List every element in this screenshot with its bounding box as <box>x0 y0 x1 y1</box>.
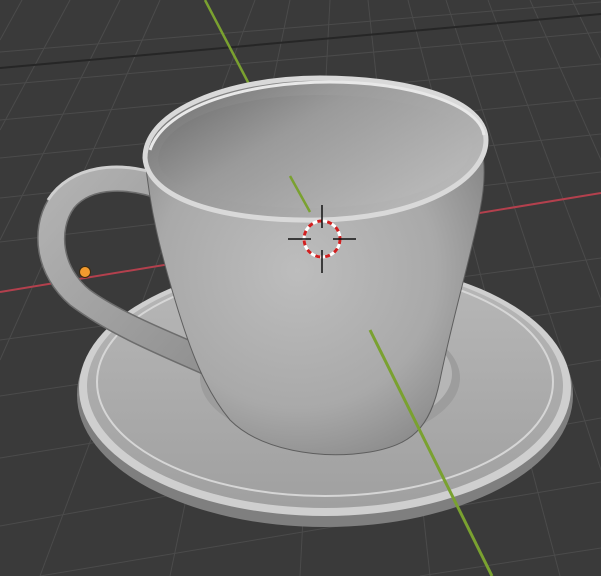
3d-viewport[interactable] <box>0 0 601 576</box>
object-origin-point[interactable] <box>79 266 91 278</box>
